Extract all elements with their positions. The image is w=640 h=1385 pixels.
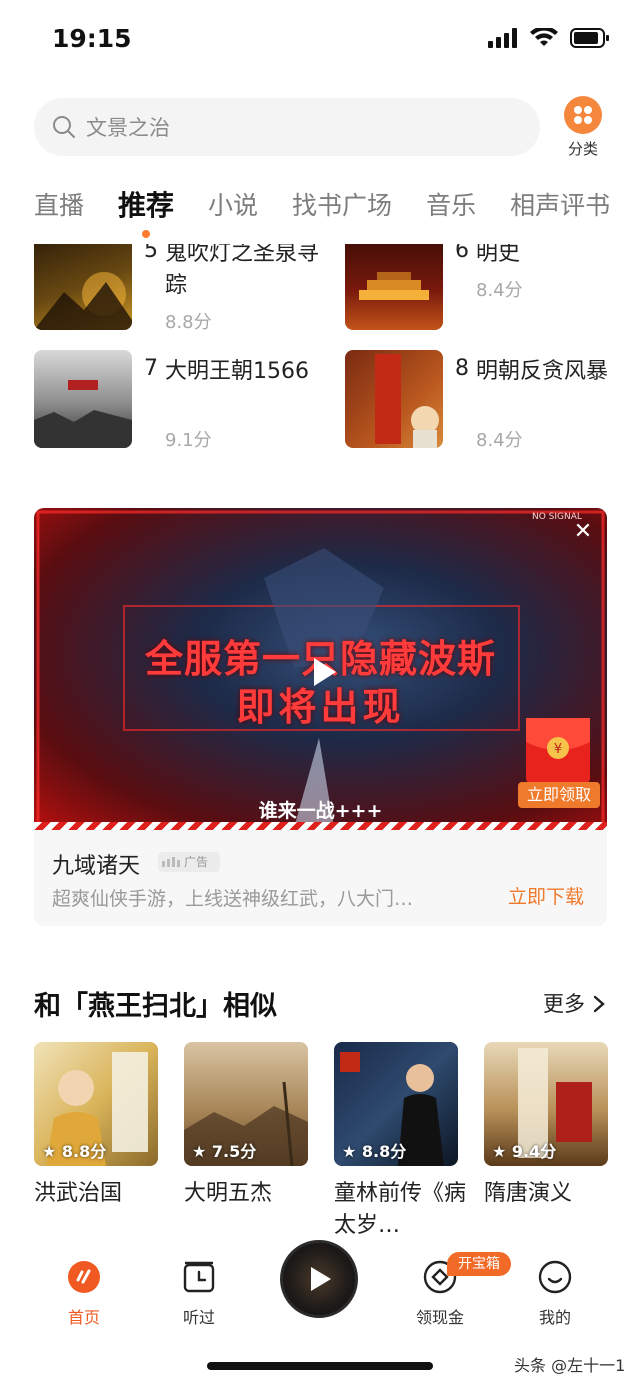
rank-number: 5: [144, 244, 158, 263]
red-envelope-icon: ¥: [526, 718, 590, 784]
smile-icon: [538, 1260, 572, 1294]
home-icon: [68, 1261, 100, 1293]
section-title: 和「燕王扫北」相似: [34, 991, 277, 1022]
status-bar: 19:15: [0, 0, 640, 80]
category-label: 分类: [567, 140, 598, 158]
book-cover: [345, 350, 443, 448]
rank-number: 8: [455, 356, 469, 381]
similar-list: ★ 8.8分 洪武治国 ★ 7.5分 大明五杰 ★ 8.8分 童林前传《病太岁…: [34, 1042, 614, 1242]
book-score: ★ 8.8分: [342, 1142, 407, 1161]
book-title: 明史: [476, 244, 521, 266]
search-placeholder: 文景之治: [86, 116, 170, 140]
book-score: 8.4分: [476, 430, 523, 451]
download-button[interactable]: 立即下载: [508, 882, 584, 909]
close-icon[interactable]: ✕: [571, 520, 595, 544]
list-item[interactable]: ★ 8.8分 童林前传《病太岁…: [334, 1042, 466, 1242]
grid-icon: [564, 96, 602, 134]
active-tab-indicator: [142, 230, 151, 238]
book-cover: ★ 8.8分: [34, 1042, 158, 1166]
book-score: ★ 9.4分: [492, 1142, 557, 1161]
nav-profile-label: 我的: [538, 1308, 571, 1327]
treasure-badge[interactable]: 开宝箱: [447, 1252, 511, 1276]
nav-history[interactable]: 听过: [154, 1260, 244, 1328]
ad-source-icon: [162, 857, 180, 867]
book-cover: [34, 350, 132, 448]
play-icon[interactable]: [302, 652, 342, 692]
book-title: 隋唐演义: [484, 1181, 573, 1206]
book-cover: ★ 7.5分: [184, 1042, 308, 1166]
nav-history-label: 听过: [182, 1308, 215, 1327]
tab-book-square[interactable]: 找书广场: [292, 186, 392, 226]
search-icon: [53, 116, 75, 138]
tab-novel[interactable]: 小说: [208, 186, 258, 226]
list-item[interactable]: 5 鬼吹灯之圣泉寻踪 8.8分: [34, 244, 334, 333]
status-icons: [488, 28, 610, 48]
svg-text:¥: ¥: [554, 742, 562, 757]
category-button[interactable]: 分类: [560, 96, 606, 159]
book-title: 鬼吹灯之圣泉寻踪: [165, 244, 320, 298]
ad-stripe: [34, 822, 607, 830]
nav-profile[interactable]: 我的: [510, 1260, 600, 1328]
book-title: 童林前传《病太岁…: [334, 1181, 467, 1238]
home-indicator: [207, 1362, 433, 1370]
status-time: 19:15: [52, 24, 132, 53]
ad-badge: 广告: [158, 852, 220, 872]
battery-icon: [570, 28, 609, 48]
more-link[interactable]: 更多: [543, 988, 606, 1018]
nav-home[interactable]: 首页: [39, 1260, 129, 1328]
watermark: 头条 @左十一1: [514, 1356, 626, 1375]
book-title: 大明王朝1566: [165, 359, 309, 384]
ad-app-name: 九域诸天: [52, 854, 141, 879]
tab-crosstalk[interactable]: 相声评书: [510, 186, 610, 226]
player-button[interactable]: [280, 1240, 358, 1318]
ad-badge-label: 广告: [184, 855, 209, 869]
list-item[interactable]: ★ 9.4分 隋唐演义: [484, 1042, 608, 1210]
list-item[interactable]: ★ 7.5分 大明五杰: [184, 1042, 308, 1210]
list-item[interactable]: 7 大明王朝1566 9.1分: [34, 350, 334, 451]
tab-music[interactable]: 音乐: [426, 186, 476, 226]
list-item[interactable]: ★ 8.8分 洪武治国: [34, 1042, 158, 1210]
tab-recommend[interactable]: 推荐: [118, 184, 175, 238]
book-title: 大明五杰: [184, 1181, 273, 1206]
tab-recommend-label: 推荐: [118, 189, 175, 222]
more-label: 更多: [543, 992, 585, 1016]
chevron-right-icon: [593, 995, 605, 1013]
search-input[interactable]: 文景之治: [34, 98, 540, 156]
book-score: ★ 7.5分: [192, 1142, 257, 1161]
book-score: ★ 8.8分: [42, 1142, 107, 1161]
cellular-signal-icon: [488, 28, 517, 48]
list-item[interactable]: 6 明史 8.4分: [345, 244, 640, 332]
nav-rewards-label: 领现金: [415, 1308, 464, 1327]
rank-number: 6: [455, 244, 469, 263]
book-score: 8.4分: [476, 280, 523, 301]
wifi-icon: [530, 28, 558, 46]
book-title: 明朝反贪风暴: [476, 359, 609, 384]
ad-description: 超爽仙侠手游，上线送神级红武，八大门…: [52, 888, 414, 910]
ad-card[interactable]: NO SIGNAL 全服第一只隐藏波斯 即将出现 谁来一战+++ ¥ 立即领取 …: [34, 508, 607, 926]
book-cover: [34, 244, 132, 330]
rank-number: 7: [144, 356, 158, 381]
book-score: 8.8分: [165, 312, 212, 333]
tab-live[interactable]: 直播: [34, 186, 84, 226]
book-title: 洪武治国: [34, 1181, 123, 1206]
nav-home-label: 首页: [67, 1308, 100, 1327]
book-cover: [345, 244, 443, 330]
ranking-list: 5 鬼吹灯之圣泉寻踪 8.8分 6 明史 8.4分 7 大明王朝1566 9.1…: [0, 244, 640, 460]
ad-video[interactable]: NO SIGNAL 全服第一只隐藏波斯 即将出现 谁来一战+++ ¥ 立即领取: [34, 508, 607, 830]
book-cover: ★ 8.8分: [334, 1042, 458, 1166]
history-icon: [183, 1261, 215, 1293]
book-cover: ★ 9.4分: [484, 1042, 608, 1166]
list-item[interactable]: 8 明朝反贪风暴 8.4分: [345, 350, 640, 451]
book-score: 9.1分: [165, 430, 212, 451]
tab-bar: 直播 推荐 小说 找书广场 音乐 相声评书: [34, 184, 640, 238]
play-icon: [311, 1267, 331, 1291]
claim-button[interactable]: 立即领取: [518, 782, 600, 808]
